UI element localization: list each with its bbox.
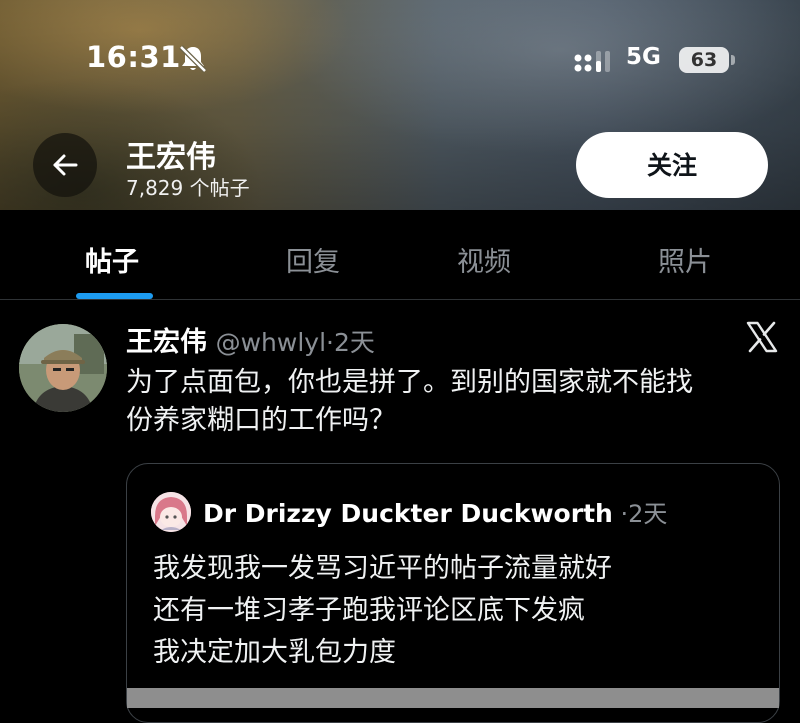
meta-separator: · (620, 500, 629, 528)
bell-muted-icon (179, 45, 207, 73)
tweet-text-line: 为了点面包，你也是拼了。到别的国家就不能找 (126, 367, 693, 398)
arrow-left-icon (53, 154, 78, 176)
signal-icon (574, 51, 610, 72)
avatar[interactable] (19, 324, 107, 412)
tab-posts[interactable]: 帖子 (85, 240, 139, 279)
tab-videos[interactable]: 视频 (457, 240, 511, 279)
quote-text-line: 还有一堆习孝子跑我评论区底下发疯 (153, 595, 585, 626)
quote-media-preview[interactable] (127, 688, 779, 708)
tweet-text: 为了点面包，你也是拼了。到别的国家就不能找 份养家糊口的工作吗？ (126, 364, 786, 440)
quote-text-line: 我决定加大乳包力度 (153, 637, 396, 668)
battery-icon: 63 (679, 47, 729, 73)
back-button[interactable] (33, 133, 97, 197)
network-type: 5G (626, 44, 661, 70)
follow-button[interactable]: 关注 (576, 132, 768, 198)
quote-time[interactable]: 2天 (628, 500, 667, 528)
tweet-header: 王宏伟 @whwlyl·2天 (126, 320, 375, 359)
quote-text: 我发现我一发骂习近平的帖子流量就好 还有一堆习孝子跑我评论区底下发疯 我决定加大… (153, 548, 612, 674)
quote-avatar (151, 492, 191, 532)
tweet-author-name[interactable]: 王宏伟 (126, 327, 207, 358)
profile-tabs: 帖子 回复 视频 照片 (0, 210, 800, 300)
tab-replies[interactable]: 回复 (286, 240, 340, 279)
x-logo-icon (746, 321, 778, 353)
tweet-handle[interactable]: @whwlyl (216, 328, 326, 357)
tweet-time[interactable]: 2天 (334, 328, 375, 357)
status-time: 16:31 (86, 40, 181, 74)
quote-header: Dr Drizzy Duckter Duckworth ·2天 (203, 494, 667, 529)
battery-nub (731, 55, 735, 65)
profile-name: 王宏伟 (126, 140, 216, 175)
quoted-tweet[interactable]: Dr Drizzy Duckter Duckworth ·2天 我发现我一发骂习… (126, 463, 780, 723)
tweet-text-line: 份养家糊口的工作吗？ (126, 405, 396, 436)
quote-author-name[interactable]: Dr Drizzy Duckter Duckworth (203, 499, 613, 528)
post-count: 7,829 个帖子 (126, 176, 250, 200)
tab-photos[interactable]: 照片 (658, 240, 712, 279)
quote-text-line: 我发现我一发骂习近平的帖子流量就好 (153, 553, 612, 584)
meta-separator: · (326, 328, 334, 357)
active-tab-indicator (76, 293, 153, 299)
